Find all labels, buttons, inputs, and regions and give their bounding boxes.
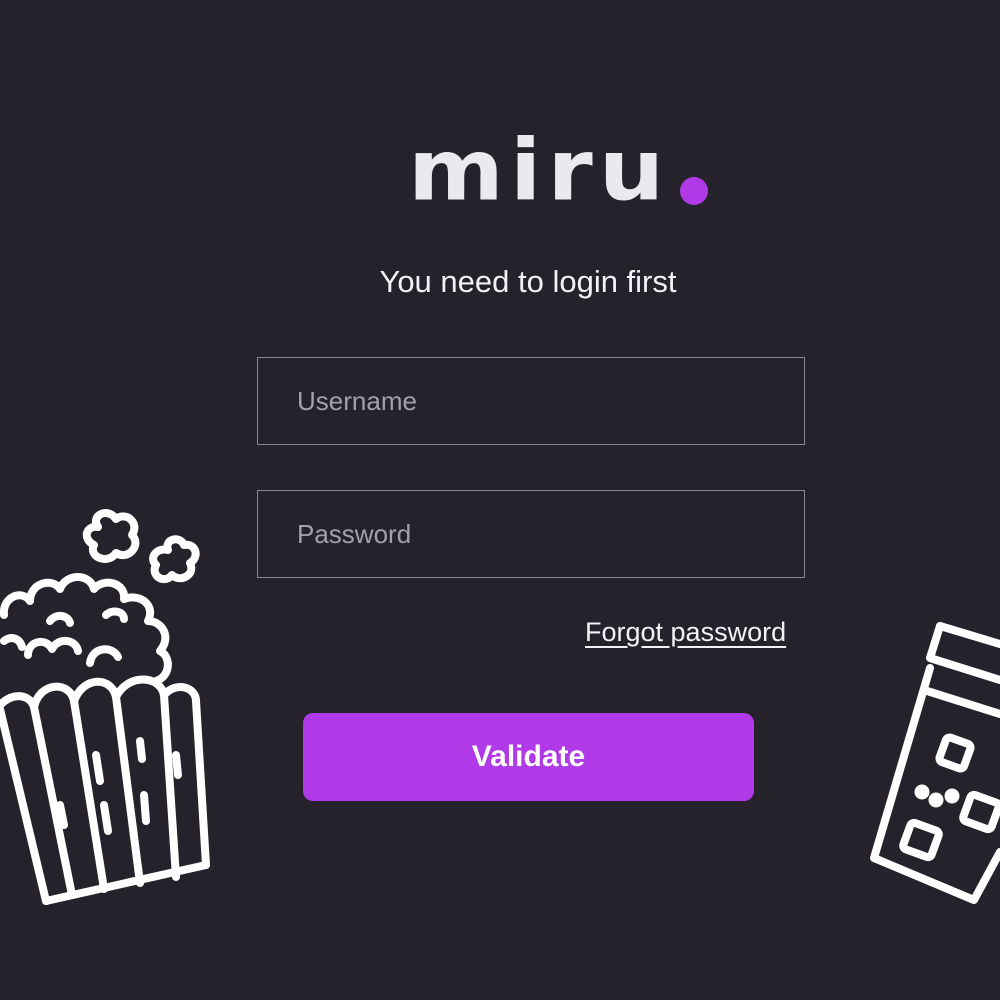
login-prompt: You need to login first: [379, 264, 677, 299]
username-input[interactable]: [295, 384, 804, 418]
soda-cup-icon: [870, 622, 1000, 904]
password-field[interactable]: [257, 490, 805, 578]
validate-button[interactable]: Validate: [303, 713, 754, 801]
brand-logo-dot: [680, 177, 709, 205]
brand-logo: miru: [408, 121, 709, 220]
forgot-password-link[interactable]: Forgot password: [585, 617, 786, 648]
brand-logo-text: miru: [408, 121, 671, 220]
login-screen: miru You need to login first Forgot pass…: [0, 0, 1000, 1000]
username-field[interactable]: [257, 357, 805, 445]
password-input[interactable]: [295, 517, 804, 551]
popcorn-icon: [0, 509, 210, 905]
